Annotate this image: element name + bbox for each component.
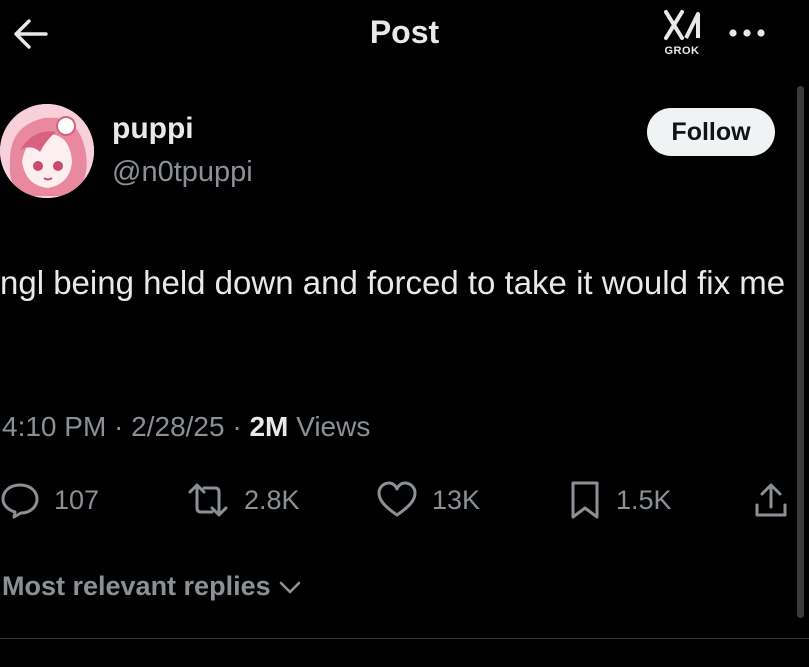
more-horizontal-icon[interactable] bbox=[726, 22, 768, 44]
repost-count: 2.8K bbox=[244, 484, 300, 515]
reply-icon bbox=[1, 483, 39, 519]
replies-sort-label: Most relevant replies bbox=[2, 571, 271, 601]
post-timestamp[interactable]: 4:10 PM · 2/28/25 · bbox=[2, 411, 249, 442]
views-label: Views bbox=[288, 411, 371, 442]
views-count: 2M bbox=[249, 411, 289, 442]
like-button[interactable]: 13K bbox=[376, 478, 480, 522]
avatar[interactable] bbox=[0, 104, 94, 198]
share-icon[interactable] bbox=[752, 481, 790, 526]
grok-icon bbox=[664, 10, 700, 40]
grok-button[interactable]: GROK bbox=[658, 8, 706, 60]
follow-button[interactable]: Follow bbox=[647, 108, 775, 156]
repost-button[interactable]: 2.8K bbox=[186, 478, 300, 522]
reply-button[interactable]: 107 bbox=[0, 478, 99, 522]
bookmark-icon bbox=[571, 481, 599, 519]
replies-sort-dropdown[interactable]: Most relevant replies bbox=[2, 571, 303, 602]
display-name[interactable]: puppi bbox=[112, 112, 194, 146]
bookmark-button[interactable]: 1.5K bbox=[568, 478, 672, 522]
grok-label: GROK bbox=[664, 45, 700, 57]
heart-icon bbox=[377, 481, 417, 517]
post-meta: 4:10 PM · 2/28/25 · 2M Views bbox=[2, 411, 370, 443]
like-count: 13K bbox=[432, 484, 481, 515]
reply-count: 107 bbox=[54, 484, 100, 515]
user-handle[interactable]: @n0tpuppi bbox=[112, 156, 253, 189]
bookmark-count: 1.5K bbox=[616, 484, 672, 515]
post-text: ngl being held down and forced to take i… bbox=[0, 264, 786, 301]
repost-icon bbox=[188, 483, 228, 517]
chevron-down-icon bbox=[279, 581, 300, 593]
scrollbar[interactable] bbox=[797, 86, 804, 618]
divider bbox=[0, 638, 809, 639]
